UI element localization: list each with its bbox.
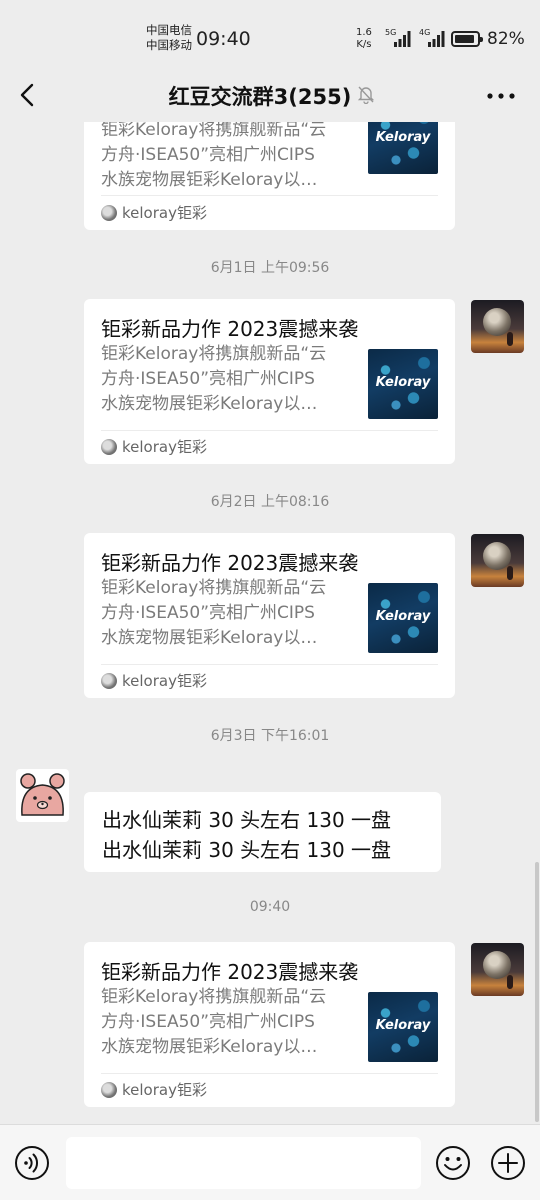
source-icon [101, 205, 117, 221]
input-bar [0, 1124, 540, 1200]
carrier-2: 中国移动 [146, 38, 192, 52]
card-source: keloray钜彩 [122, 1081, 207, 1099]
message-list[interactable]: 钜彩Keloray将携旗舰新品“云 方舟·ISEA50”亮相广州CIPS 水族宠… [0, 122, 540, 1124]
source-icon [101, 439, 117, 455]
signal-bars-icon [394, 31, 411, 47]
source-icon [101, 1082, 117, 1098]
card-source: keloray钜彩 [122, 672, 207, 690]
card-description: 钜彩Keloray将携旗舰新品“云 方舟·ISEA50”亮相广州CIPS 水族宠… [101, 344, 327, 414]
timestamp: 6月3日 下午16:01 [210, 728, 330, 744]
card-source: keloray钜彩 [122, 438, 207, 456]
bear-avatar-icon [20, 773, 65, 816]
card-description: 钜彩Keloray将携旗舰新品“云 方舟·ISEA50”亮相广州CIPS 水族宠… [101, 578, 327, 648]
text-message[interactable]: 出水仙茉莉 30 头左右 130 一盘 出水仙茉莉 30 头左右 130 一盘 [84, 792, 441, 872]
timestamp: 6月1日 上午09:56 [210, 260, 330, 276]
card-thumbnail: Keloray [368, 349, 438, 419]
card-description: 钜彩Keloray将携旗舰新品“云 方舟·ISEA50”亮相广州CIPS 水族宠… [101, 122, 327, 190]
battery-icon [451, 31, 483, 47]
battery-percent: 82% [487, 29, 525, 49]
card-title: 钜彩新品力作 2023震撼来袭 [101, 317, 359, 341]
card-description: 钜彩Keloray将携旗舰新品“云 方舟·ISEA50”亮相广州CIPS 水族宠… [101, 987, 327, 1057]
message-input[interactable] [66, 1137, 421, 1189]
muted-bell-icon [357, 86, 375, 104]
message-line: 出水仙茉莉 30 头左右 130 一盘 [102, 808, 392, 832]
avatar[interactable] [16, 769, 69, 822]
card-source: keloray钜彩 [122, 204, 207, 222]
scrollbar[interactable] [535, 862, 539, 1122]
emoji-icon[interactable] [435, 1145, 471, 1181]
link-card-message[interactable]: 钜彩新品力作 2023震撼来袭 钜彩Keloray将携旗舰新品“云 方舟·ISE… [84, 533, 455, 698]
avatar[interactable] [471, 300, 524, 353]
signal-bars-icon [428, 31, 445, 47]
net-speed: 1.6 K/s [356, 27, 372, 51]
status-bar: 中国电信 中国移动 09:40 1.6 K/s 5G 4G 82% [0, 0, 540, 70]
timestamp: 6月2日 上午08:16 [210, 494, 330, 510]
card-title: 钜彩新品力作 2023震撼来袭 [101, 960, 359, 984]
avatar[interactable] [471, 943, 524, 996]
source-icon [101, 673, 117, 689]
net-speed-value: 1.6 [356, 27, 372, 38]
chat-title: 红豆交流群3(255) [168, 85, 352, 109]
card-thumbnail: Keloray [368, 122, 438, 174]
chat-header: 红豆交流群3(255) [0, 70, 540, 122]
more-dots-icon[interactable] [486, 92, 516, 100]
plus-icon[interactable] [490, 1145, 526, 1181]
voice-icon[interactable] [14, 1145, 50, 1181]
link-card-message[interactable]: 钜彩新品力作 2023震撼来袭 钜彩Keloray将携旗舰新品“云 方舟·ISE… [84, 942, 455, 1107]
card-title: 钜彩新品力作 2023震撼来袭 [101, 551, 359, 575]
card-thumbnail: Keloray [368, 583, 438, 653]
link-card-message[interactable]: 钜彩新品力作 2023震撼来袭 钜彩Keloray将携旗舰新品“云 方舟·ISE… [84, 299, 455, 464]
status-time: 09:40 [196, 28, 251, 50]
timestamp: 09:40 [249, 899, 291, 915]
battery-fill [455, 35, 474, 43]
message-line: 出水仙茉莉 30 头左右 130 一盘 [102, 838, 392, 862]
avatar[interactable] [471, 534, 524, 587]
net-speed-unit: K/s [356, 39, 372, 50]
card-thumbnail: Keloray [368, 992, 438, 1062]
link-card-message[interactable]: 钜彩Keloray将携旗舰新品“云 方舟·ISEA50”亮相广州CIPS 水族宠… [84, 122, 455, 230]
carrier-names: 中国电信 中国移动 [146, 23, 192, 53]
carrier-1: 中国电信 [146, 23, 192, 37]
